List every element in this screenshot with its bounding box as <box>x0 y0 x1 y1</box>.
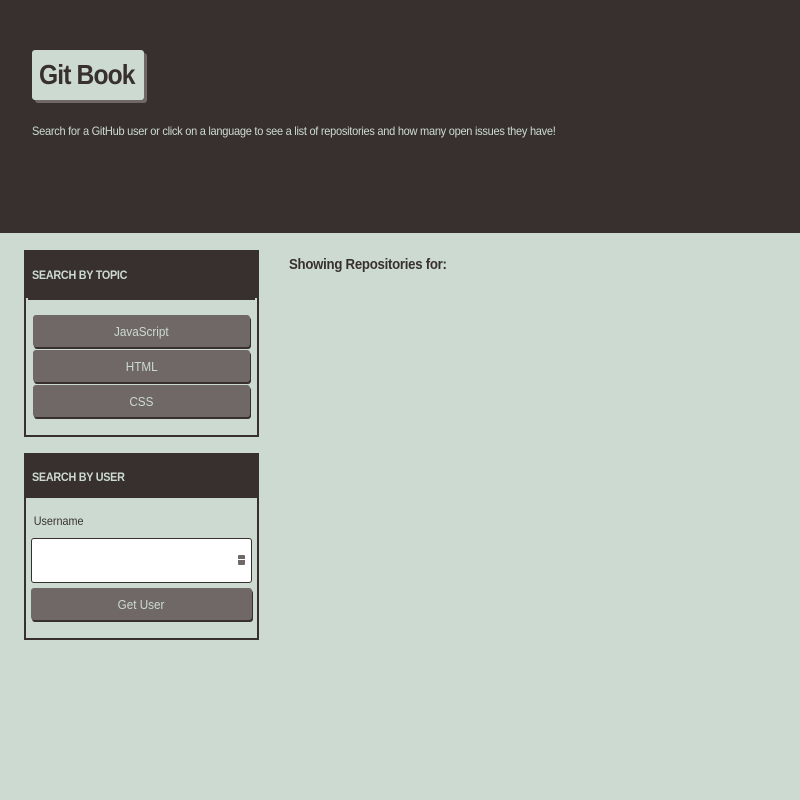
get-user-button-label: Get User <box>118 596 165 612</box>
username-input[interactable] <box>32 539 251 582</box>
topic-button-list: JavaScript HTML CSS <box>28 298 255 417</box>
topic-button-javascript[interactable]: JavaScript <box>33 315 250 347</box>
autofill-icon[interactable] <box>238 555 245 565</box>
page-header: Git Book Search for a GitHub user or cli… <box>0 0 800 233</box>
get-user-button[interactable]: Get User <box>31 588 252 620</box>
user-search-form: Username Get User <box>26 498 257 620</box>
search-by-topic-header: SEARCH BY TOPIC <box>26 252 257 298</box>
topic-button-label: JavaScript <box>114 323 169 339</box>
topic-button-html[interactable]: HTML <box>33 350 250 382</box>
username-field-wrapper <box>31 538 252 583</box>
app-subtitle: Search for a GitHub user or click on a l… <box>32 124 556 138</box>
app-logo: Git Book <box>32 50 144 100</box>
search-by-topic-title: SEARCH BY TOPIC <box>32 268 128 282</box>
topic-button-label: CSS <box>129 393 154 409</box>
search-by-user-title: SEARCH BY USER <box>32 469 125 484</box>
search-by-user-header: SEARCH BY USER <box>26 455 257 498</box>
app-title: Git Book <box>39 59 136 90</box>
topic-button-label: HTML <box>125 358 158 374</box>
topic-button-css[interactable]: CSS <box>33 385 250 417</box>
search-by-user-card: SEARCH BY USER Username Get User <box>24 453 259 640</box>
repositories-heading: Showing Repositories for: <box>289 256 447 273</box>
username-label: Username <box>33 514 84 528</box>
search-by-topic-card: SEARCH BY TOPIC JavaScript HTML CSS <box>24 250 259 437</box>
